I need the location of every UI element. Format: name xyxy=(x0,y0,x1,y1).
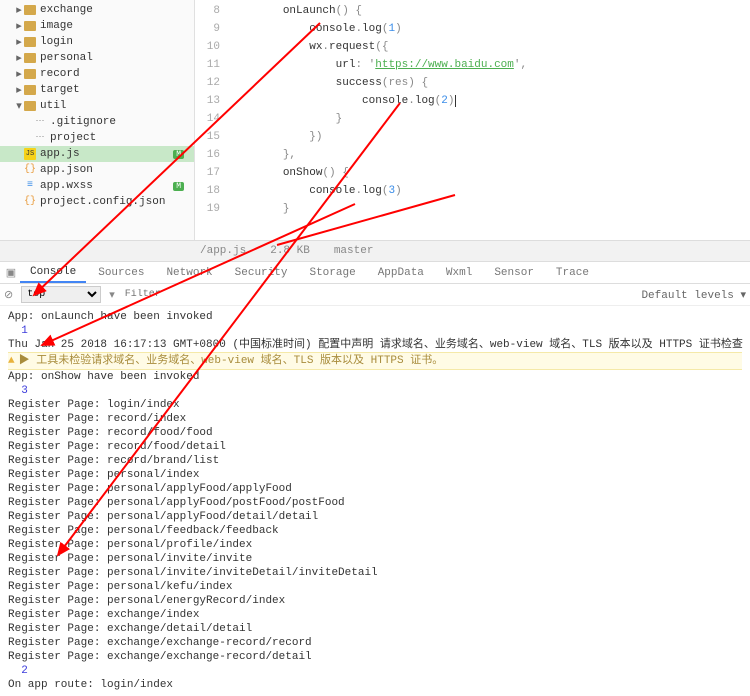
log-line: Register Page: record/brand/list xyxy=(8,454,742,468)
log-line: 3 xyxy=(8,384,742,398)
tree-item-personal[interactable]: ▸personal xyxy=(0,50,194,66)
log-line: Register Page: personal/feedback/feedbac… xyxy=(8,524,742,538)
status-size: 2.8 KB xyxy=(270,245,310,257)
tree-item-app-json[interactable]: {}app.json xyxy=(0,162,194,178)
file-tree: ▸exchange▸image▸login▸personal▸record▸ta… xyxy=(0,0,195,240)
log-line: Register Page: personal/invite/inviteDet… xyxy=(8,566,742,580)
tab-network[interactable]: Network xyxy=(156,264,222,282)
log-line: Register Page: record/food/detail xyxy=(8,440,742,454)
elements-icon[interactable]: ▣ xyxy=(4,266,18,280)
tree-item--gitignore[interactable]: ⋯.gitignore xyxy=(0,114,194,130)
log-line: Register Page: personal/index xyxy=(8,468,742,482)
log-line: Register Page: record/index xyxy=(8,412,742,426)
log-line: Register Page: personal/applyFood/detail… xyxy=(8,510,742,524)
log-line: Register Page: exchange/detail/detail xyxy=(8,622,742,636)
tree-item-image[interactable]: ▸image xyxy=(0,18,194,34)
log-line: ▲▶ 工具未检验请求域名、业务域名、web-view 域名、TLS 版本以及 H… xyxy=(8,352,742,370)
tree-item-record[interactable]: ▸record xyxy=(0,66,194,82)
tab-sources[interactable]: Sources xyxy=(88,264,154,282)
log-line: Register Page: personal/applyFood/postFo… xyxy=(8,496,742,510)
log-line: App: onLaunch have been invoked xyxy=(8,310,742,324)
console-filter-row: ⊘ top ▾ Default levels ▾ xyxy=(0,284,750,306)
status-mode: master xyxy=(334,245,374,257)
log-line: Register Page: personal/applyFood/applyF… xyxy=(8,482,742,496)
tree-item-target[interactable]: ▸target xyxy=(0,82,194,98)
tree-item-util[interactable]: ▾util xyxy=(0,98,194,114)
log-line: 1 xyxy=(8,324,742,338)
tab-storage[interactable]: Storage xyxy=(299,264,365,282)
tab-wxml[interactable]: Wxml xyxy=(436,264,482,282)
log-line: Register Page: exchange/index xyxy=(8,608,742,622)
log-line: Register Page: personal/profile/index xyxy=(8,538,742,552)
clear-console-icon[interactable]: ⊘ xyxy=(4,288,13,302)
log-line: Thu Jan 25 2018 16:17:13 GMT+0800 (中国标准时… xyxy=(8,338,742,352)
tree-item-login[interactable]: ▸login xyxy=(0,34,194,50)
tree-item-app-js[interactable]: JSapp.jsM xyxy=(0,146,194,162)
line-gutter: 8910111213141516171819 xyxy=(195,0,230,240)
console-log[interactable]: App: onLaunch have been invoked 1Thu Jan… xyxy=(0,306,750,696)
code-editor[interactable]: 8910111213141516171819 onLaunch() { cons… xyxy=(195,0,750,240)
log-line: On app route: login/index xyxy=(8,678,742,692)
log-line: App: onShow have been invoked xyxy=(8,370,742,384)
tree-item-exchange[interactable]: ▸exchange xyxy=(0,2,194,18)
tab-sensor[interactable]: Sensor xyxy=(484,264,544,282)
log-line: Register Page: personal/invite/invite xyxy=(8,552,742,566)
tab-console[interactable]: Console xyxy=(20,263,86,283)
devtools-tabs: ▣ ConsoleSourcesNetworkSecurityStorageAp… xyxy=(0,262,750,284)
context-select[interactable]: top xyxy=(21,286,101,303)
code-area[interactable]: onLaunch() { console.log(1) wx.request({… xyxy=(230,0,750,240)
tab-appdata[interactable]: AppData xyxy=(368,264,434,282)
log-line: Register Page: personal/energyRecord/ind… xyxy=(8,594,742,608)
log-line: Register Page: personal/kefu/index xyxy=(8,580,742,594)
editor-statusbar: /app.js 2.8 KB master xyxy=(0,240,750,262)
filter-input[interactable] xyxy=(123,287,203,302)
tab-trace[interactable]: Trace xyxy=(546,264,599,282)
log-line: 2 xyxy=(8,664,742,678)
log-line: Register Page: record/food/food xyxy=(8,426,742,440)
devtools-panel: ▣ ConsoleSourcesNetworkSecurityStorageAp… xyxy=(0,262,750,576)
log-levels[interactable]: Default levels ▾ xyxy=(641,288,746,302)
log-line: Register Page: login/index xyxy=(8,398,742,412)
status-path: /app.js xyxy=(200,245,246,257)
log-line: Register Page: exchange/exchange-record/… xyxy=(8,636,742,650)
tree-item-project[interactable]: ⋯project xyxy=(0,130,194,146)
tab-security[interactable]: Security xyxy=(225,264,298,282)
log-line: Register Page: exchange/exchange-record/… xyxy=(8,650,742,664)
tree-item-project-config-json[interactable]: {}project.config.json xyxy=(0,194,194,210)
tree-item-app-wxss[interactable]: ≡app.wxssM xyxy=(0,178,194,194)
